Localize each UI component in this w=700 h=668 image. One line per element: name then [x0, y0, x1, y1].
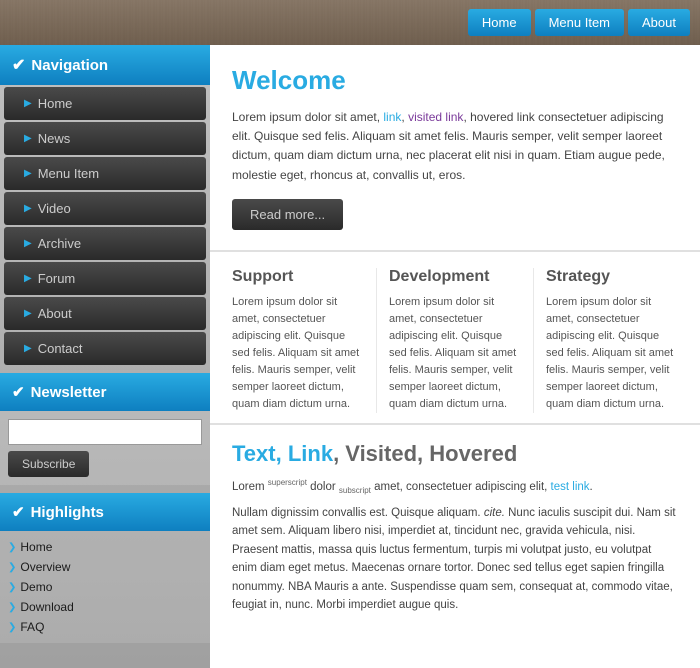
topnav-home-button[interactable]: Home [468, 9, 531, 36]
nav-item-label: Video [38, 201, 71, 216]
arrow-icon: ▶ [24, 203, 32, 214]
test-link[interactable]: test link [551, 481, 590, 493]
column-support-title: Support [232, 268, 364, 286]
nav-item-forum[interactable]: ▶ Forum [4, 262, 206, 295]
newsletter-input[interactable] [8, 419, 202, 445]
title-link-part[interactable]: Link [288, 441, 333, 466]
arrow-icon: ❯ [8, 562, 16, 573]
welcome-visited-link[interactable]: visited link [408, 110, 463, 124]
nav-item-label: Contact [38, 341, 83, 356]
column-development-text: Lorem ipsum dolor sit amet, consectetuer… [389, 294, 521, 413]
nav-item-news[interactable]: ▶ News [4, 122, 206, 155]
topnav-about-button[interactable]: About [628, 9, 690, 36]
text-link-title: Text, Link, Visited, Hovered [232, 441, 678, 467]
nav-item-video[interactable]: ▶ Video [4, 192, 206, 225]
subscript-text: subscript [339, 486, 371, 495]
nav-item-about[interactable]: ▶ About [4, 297, 206, 330]
arrow-icon: ▶ [24, 238, 32, 249]
text-link-section: Text, Link, Visited, Hovered Lorem super… [210, 423, 700, 630]
nav-item-label: Home [38, 96, 73, 111]
sidebar: ✔ Navigation ▶ Home ▶ News ▶ Menu Item ▶… [0, 45, 210, 668]
text-link-para2: Nullam dignissim convallis est. Quisque … [232, 504, 678, 614]
nav-item-menuitem[interactable]: ▶ Menu Item [4, 157, 206, 190]
arrow-icon: ❯ [8, 542, 16, 553]
nav-item-label: News [38, 131, 71, 146]
arrow-icon: ❯ [8, 582, 16, 593]
highlight-item-demo[interactable]: ❯ Demo [8, 577, 202, 597]
nav-header-label: Navigation [31, 57, 108, 74]
welcome-title: Welcome [232, 65, 678, 96]
superscript-text: superscript [268, 478, 307, 487]
highlights-header: ✔ Highlights [0, 493, 210, 531]
column-strategy: Strategy Lorem ipsum dolor sit amet, con… [534, 268, 690, 413]
title-visited-part: , Visited, Hovered [333, 441, 517, 466]
newsletter-label: Newsletter [31, 384, 107, 401]
arrow-icon: ▶ [24, 98, 32, 109]
newsletter-header: ✔ Newsletter [0, 373, 210, 411]
arrow-icon: ▶ [24, 273, 32, 284]
highlight-item-label: Download [20, 600, 73, 614]
welcome-link[interactable]: link [383, 110, 401, 124]
newsletter-body: Subscribe [0, 411, 210, 485]
arrow-icon: ❯ [8, 602, 16, 613]
arrow-icon: ▶ [24, 168, 32, 179]
nav-item-contact[interactable]: ▶ Contact [4, 332, 206, 365]
nav-item-archive[interactable]: ▶ Archive [4, 227, 206, 260]
highlights-body: ❯ Home ❯ Overview ❯ Demo ❯ Download ❯ FA… [0, 531, 210, 643]
column-strategy-text: Lorem ipsum dolor sit amet, consectetuer… [546, 294, 678, 413]
highlight-item-label: FAQ [20, 620, 44, 634]
title-text-part: Text, [232, 441, 288, 466]
highlight-item-download[interactable]: ❯ Download [8, 597, 202, 617]
highlight-item-home[interactable]: ❯ Home [8, 537, 202, 557]
nav-item-home[interactable]: ▶ Home [4, 87, 206, 120]
read-more-button[interactable]: Read more... [232, 199, 343, 230]
column-development-title: Development [389, 268, 521, 286]
nav-item-label: Archive [38, 236, 81, 251]
top-navbar: Home Menu Item About [0, 0, 700, 45]
nav-item-label: Menu Item [38, 166, 99, 181]
highlight-item-label: Demo [20, 580, 52, 594]
topnav-menuitem-button[interactable]: Menu Item [535, 9, 624, 36]
column-support: Support Lorem ipsum dolor sit amet, cons… [220, 268, 377, 413]
highlights-label: Highlights [31, 504, 104, 521]
main-layout: ✔ Navigation ▶ Home ▶ News ▶ Menu Item ▶… [0, 45, 700, 668]
italic-text: cite. [484, 507, 505, 519]
text-link-body: Lorem superscript dolor subscript amet, … [232, 477, 678, 614]
arrow-icon: ❯ [8, 622, 16, 633]
arrow-icon: ▶ [24, 133, 32, 144]
arrow-icon: ▶ [24, 343, 32, 354]
column-support-text: Lorem ipsum dolor sit amet, consectetuer… [232, 294, 364, 413]
three-columns: Support Lorem ipsum dolor sit amet, cons… [210, 252, 700, 423]
column-development: Development Lorem ipsum dolor sit amet, … [377, 268, 534, 413]
welcome-text-before-link: Lorem ipsum dolor sit amet, [232, 110, 383, 124]
nav-item-label: About [38, 306, 72, 321]
column-strategy-title: Strategy [546, 268, 678, 286]
welcome-section: Welcome Lorem ipsum dolor sit amet, link… [210, 45, 700, 252]
check-icon: ✔ [12, 55, 25, 75]
highlight-item-label: Home [20, 540, 52, 554]
check-icon: ✔ [12, 503, 25, 521]
nav-items-list: ▶ Home ▶ News ▶ Menu Item ▶ Video ▶ Arch… [0, 87, 210, 365]
arrow-icon: ▶ [24, 308, 32, 319]
nav-header: ✔ Navigation [0, 45, 210, 85]
highlight-item-faq[interactable]: ❯ FAQ [8, 617, 202, 637]
main-content: Welcome Lorem ipsum dolor sit amet, link… [210, 45, 700, 668]
highlight-item-label: Overview [20, 560, 70, 574]
text-link-para1: Lorem superscript dolor subscript amet, … [232, 477, 678, 498]
highlight-item-overview[interactable]: ❯ Overview [8, 557, 202, 577]
check-icon: ✔ [12, 383, 25, 401]
nav-item-label: Forum [38, 271, 76, 286]
subscribe-button[interactable]: Subscribe [8, 451, 89, 477]
welcome-body: Lorem ipsum dolor sit amet, link, visite… [232, 108, 678, 185]
